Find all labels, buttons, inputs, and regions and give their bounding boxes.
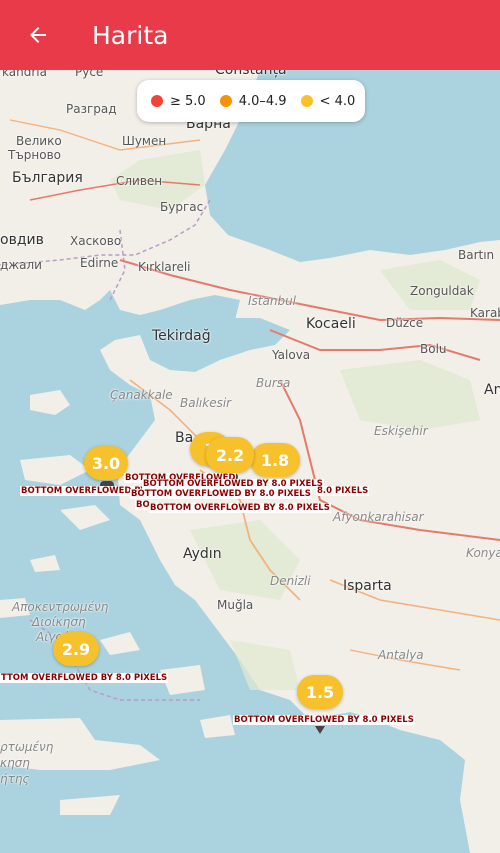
map-label: Edirne [80,256,119,270]
overflow-warning: BOTTOM OVERFLOWED BY 8.0 PIXELS [130,489,312,499]
map-label: Isparta [343,578,392,594]
map-label: Balıkesir [180,396,232,410]
page-title: Harita [92,20,169,50]
earthquake-marker[interactable]: 2.9 [53,632,99,666]
marker-value: 2.2 [215,445,245,465]
map-label: ήτης [0,772,30,786]
legend-item: ≥ 5.0 [151,94,206,109]
map-label: Denizli [270,574,311,588]
marker-value: 3.0 [91,453,121,473]
map-label: Хасково [70,234,122,248]
earthquake-marker[interactable]: 1.8 [250,443,300,477]
back-button[interactable] [20,17,56,53]
map-label: Бургас [160,200,204,214]
map-label: Сливен [116,174,163,188]
map-label: Разград [66,102,117,116]
map-label: Konya [466,546,500,560]
map-label: Aydın [183,546,222,562]
map-label: kandria [2,70,47,79]
map-label: Afyonkarahisar [333,510,424,524]
earthquake-marker[interactable]: 3.0 [84,446,128,480]
map-label: Constanța [215,70,287,78]
map-label: Търново [8,148,62,162]
map-label: Αποκεντρωμένη [12,600,109,614]
map-label: Zonguldak [410,284,474,298]
map-label: джали [0,258,42,272]
overflow-warning: BOTTOM OVERFLOWED BY 8.0 PIXELS [149,503,331,513]
overflow-warning: BOTTOM OVERFLOWED BY 8.0 PIXELS [142,479,324,489]
map-label: An [484,382,500,398]
map-label: Antalya [378,648,424,662]
overflow-warning: 8.0 PIXELS [316,486,370,496]
map-label: Kırklareli [138,260,191,274]
legend-item: 4.0–4.9 [219,93,287,109]
map-label: Велико [16,134,62,148]
map-label: Düzce [386,316,424,330]
map-label: Karab [470,306,500,320]
map-label: κηση [0,756,30,770]
red-dot-icon [151,95,163,107]
map-view[interactable]: kandria Русе Constanța Разград Варна Вел… [0,70,500,853]
map-label: овдив [0,232,44,248]
earthquake-marker[interactable]: 1.5 [297,675,343,709]
map-label: Çanakkale [110,388,173,402]
overflow-warning: BOTTOM OVERFLOWED BY 8.0 PIXELS [233,715,415,725]
legend-item: < 4.0 [300,93,356,109]
map-label: Bursa [256,376,291,390]
map-label: ρτωμένη [0,740,54,754]
yellow-dot-icon [300,95,313,107]
map-label: Eskişehir [374,424,428,438]
legend-label: < 4.0 [319,93,356,109]
overflow-warning: TTOM OVERFLOWED BY 8.0 PIXELS [0,673,169,683]
legend-label: 4.0–4.9 [238,93,287,109]
map-label: Yalova [272,348,311,362]
marker-value: 2.9 [61,639,91,659]
map-label: Tekirdağ [152,328,211,344]
map-label: Kocaeli [306,316,356,332]
marker-pin [315,726,325,734]
arrow-left-icon [30,27,46,43]
map-label: Шумен [122,134,167,148]
marker-value: 1.8 [260,450,290,470]
map-label: Bolu [420,342,447,356]
legend-label: ≥ 5.0 [170,93,206,109]
map-label: Русе [75,70,104,79]
map-label: България [12,170,83,186]
marker-value: 1.5 [305,682,335,702]
map-label: Διοίκηση [32,615,86,629]
orange-dot-icon [219,95,232,107]
magnitude-legend: ≥ 5.0 4.0–4.9 < 4.0 [137,80,365,122]
map-label: Bartın [458,248,495,262]
map-label: Muğla [217,598,254,612]
map-label: İstanbul [248,294,297,308]
app-bar: Harita [0,0,500,70]
earthquake-marker[interactable]: 2.2 [206,437,254,473]
